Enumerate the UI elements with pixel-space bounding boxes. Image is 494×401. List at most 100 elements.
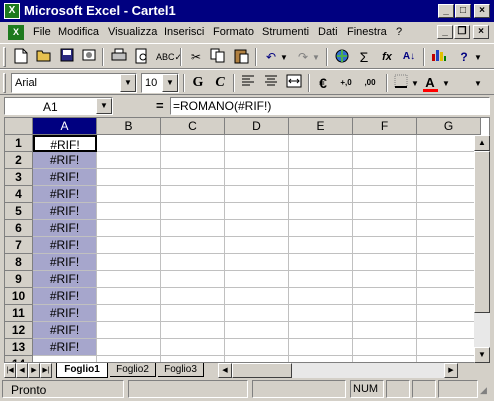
cell-c12[interactable] xyxy=(161,322,225,339)
name-box[interactable]: A1 ▼ xyxy=(4,97,113,115)
cell-c11[interactable] xyxy=(161,305,225,322)
italic-button[interactable]: C xyxy=(211,74,229,92)
cell-a4[interactable]: #RIF! xyxy=(33,186,97,203)
cell-e1[interactable] xyxy=(289,135,353,152)
cell-e11[interactable] xyxy=(289,305,353,322)
menu-inserisci[interactable]: Inserisci xyxy=(164,26,204,38)
font-dropdown-icon[interactable]: ▼ xyxy=(120,74,136,92)
toolbar-grip[interactable] xyxy=(3,47,6,67)
row-header[interactable]: 13 xyxy=(5,339,33,356)
cell-d6[interactable] xyxy=(225,220,289,237)
toolbar-options-icon[interactable]: ▼ xyxy=(474,53,482,62)
function-icon[interactable]: fx xyxy=(378,48,396,66)
cell-e7[interactable] xyxy=(289,237,353,254)
cell-d2[interactable] xyxy=(225,152,289,169)
sheet-tab-foglio1[interactable]: Foglio1 xyxy=(56,363,108,378)
row-header[interactable]: 6 xyxy=(5,220,33,237)
menu-visualizza[interactable]: Visualizza xyxy=(108,26,157,38)
sheet-tab-foglio2[interactable]: Foglio2 xyxy=(110,363,156,377)
cell-b4[interactable] xyxy=(97,186,161,203)
scroll-right-icon[interactable]: ▶ xyxy=(444,363,458,378)
cell-f6[interactable] xyxy=(353,220,417,237)
cell-a7[interactable]: #RIF! xyxy=(33,237,97,254)
row-header[interactable]: 9 xyxy=(5,271,33,288)
redo-icon[interactable]: ↷ xyxy=(294,48,312,66)
cell-c7[interactable] xyxy=(161,237,225,254)
redo-dropdown-icon[interactable]: ▼ xyxy=(312,53,320,62)
column-header-e[interactable]: E xyxy=(289,118,353,135)
chart-wizard-icon[interactable] xyxy=(430,48,448,66)
row-header[interactable]: 11 xyxy=(5,305,33,322)
menu-dati[interactable]: Dati xyxy=(318,26,338,38)
excel-app-icon[interactable]: X xyxy=(4,3,20,19)
cell-e13[interactable] xyxy=(289,339,353,356)
enter-formula-button[interactable]: = xyxy=(156,98,164,113)
menu-modifica[interactable]: Modifica xyxy=(58,26,99,38)
row-header[interactable]: 8 xyxy=(5,254,33,271)
cell-a6[interactable]: #RIF! xyxy=(33,220,97,237)
cell-b5[interactable] xyxy=(97,203,161,220)
cell-f10[interactable] xyxy=(353,288,417,305)
font-size-combo[interactable]: 10 ▼ xyxy=(141,73,179,93)
cell-e4[interactable] xyxy=(289,186,353,203)
horizontal-scrollbar[interactable]: ◀ ▶ xyxy=(218,363,458,378)
autosum-icon[interactable]: Σ xyxy=(355,48,373,66)
cell-e5[interactable] xyxy=(289,203,353,220)
cell-d7[interactable] xyxy=(225,237,289,254)
cell-b12[interactable] xyxy=(97,322,161,339)
menu-help[interactable]: ? xyxy=(396,26,402,38)
cell-a3[interactable]: #RIF! xyxy=(33,169,97,186)
cell-d13[interactable] xyxy=(225,339,289,356)
merge-center-icon[interactable] xyxy=(285,74,303,92)
cell-a12[interactable]: #RIF! xyxy=(33,322,97,339)
cell-b2[interactable] xyxy=(97,152,161,169)
cell-f5[interactable] xyxy=(353,203,417,220)
cell-c3[interactable] xyxy=(161,169,225,186)
row-header[interactable]: 12 xyxy=(5,322,33,339)
cell-a2[interactable]: #RIF! xyxy=(33,152,97,169)
cell-a11[interactable]: #RIF! xyxy=(33,305,97,322)
cell-e8[interactable] xyxy=(289,254,353,271)
cell-g3[interactable] xyxy=(417,169,481,186)
sheet-tab-foglio3[interactable]: Foglio3 xyxy=(158,363,204,377)
cell-f13[interactable] xyxy=(353,339,417,356)
scroll-left-icon[interactable]: ◀ xyxy=(218,363,232,378)
cell-b14[interactable] xyxy=(97,356,161,362)
cell-c1[interactable] xyxy=(161,135,225,152)
print-icon[interactable] xyxy=(110,48,128,66)
toolbar-options-icon[interactable]: ▼ xyxy=(474,79,482,88)
cell-c6[interactable] xyxy=(161,220,225,237)
new-icon[interactable] xyxy=(12,48,30,66)
borders-icon[interactable] xyxy=(392,74,410,92)
menu-finestra[interactable]: Finestra xyxy=(347,26,387,38)
resize-grip-icon[interactable]: ◢ xyxy=(480,385,487,396)
minimize-button[interactable]: _ xyxy=(438,4,454,18)
align-left-icon[interactable] xyxy=(239,74,257,92)
cell-d4[interactable] xyxy=(225,186,289,203)
cell-f2[interactable] xyxy=(353,152,417,169)
hscroll-thumb[interactable] xyxy=(232,363,292,378)
cell-f7[interactable] xyxy=(353,237,417,254)
cell-c8[interactable] xyxy=(161,254,225,271)
cell-g2[interactable] xyxy=(417,152,481,169)
title-bar[interactable]: X Microsoft Excel - Cartel1 _ □ × xyxy=(0,0,494,22)
cell-g10[interactable] xyxy=(417,288,481,305)
cell-b13[interactable] xyxy=(97,339,161,356)
cell-d8[interactable] xyxy=(225,254,289,271)
cell-b6[interactable] xyxy=(97,220,161,237)
decrease-decimal-button[interactable]: ,00 xyxy=(361,74,379,92)
doc-close-button[interactable]: × xyxy=(473,25,489,39)
cell-c2[interactable] xyxy=(161,152,225,169)
font-color-dropdown-icon[interactable]: ▼ xyxy=(442,79,450,88)
row-header[interactable]: 14 xyxy=(5,356,33,362)
cell-d5[interactable] xyxy=(225,203,289,220)
cell-c9[interactable] xyxy=(161,271,225,288)
bold-button[interactable]: G xyxy=(189,74,207,92)
cell-b8[interactable] xyxy=(97,254,161,271)
worksheet-grid[interactable]: A B C D E F G 1 #RIF! 2 #RIF! 3 #RIF! 4 #RIF! 5 #… xyxy=(4,117,490,363)
formula-input[interactable]: =ROMANO(#RIF!) xyxy=(170,97,490,115)
cell-g6[interactable] xyxy=(417,220,481,237)
paste-icon[interactable] xyxy=(232,48,250,66)
column-header-f[interactable]: F xyxy=(353,118,417,135)
cell-g7[interactable] xyxy=(417,237,481,254)
